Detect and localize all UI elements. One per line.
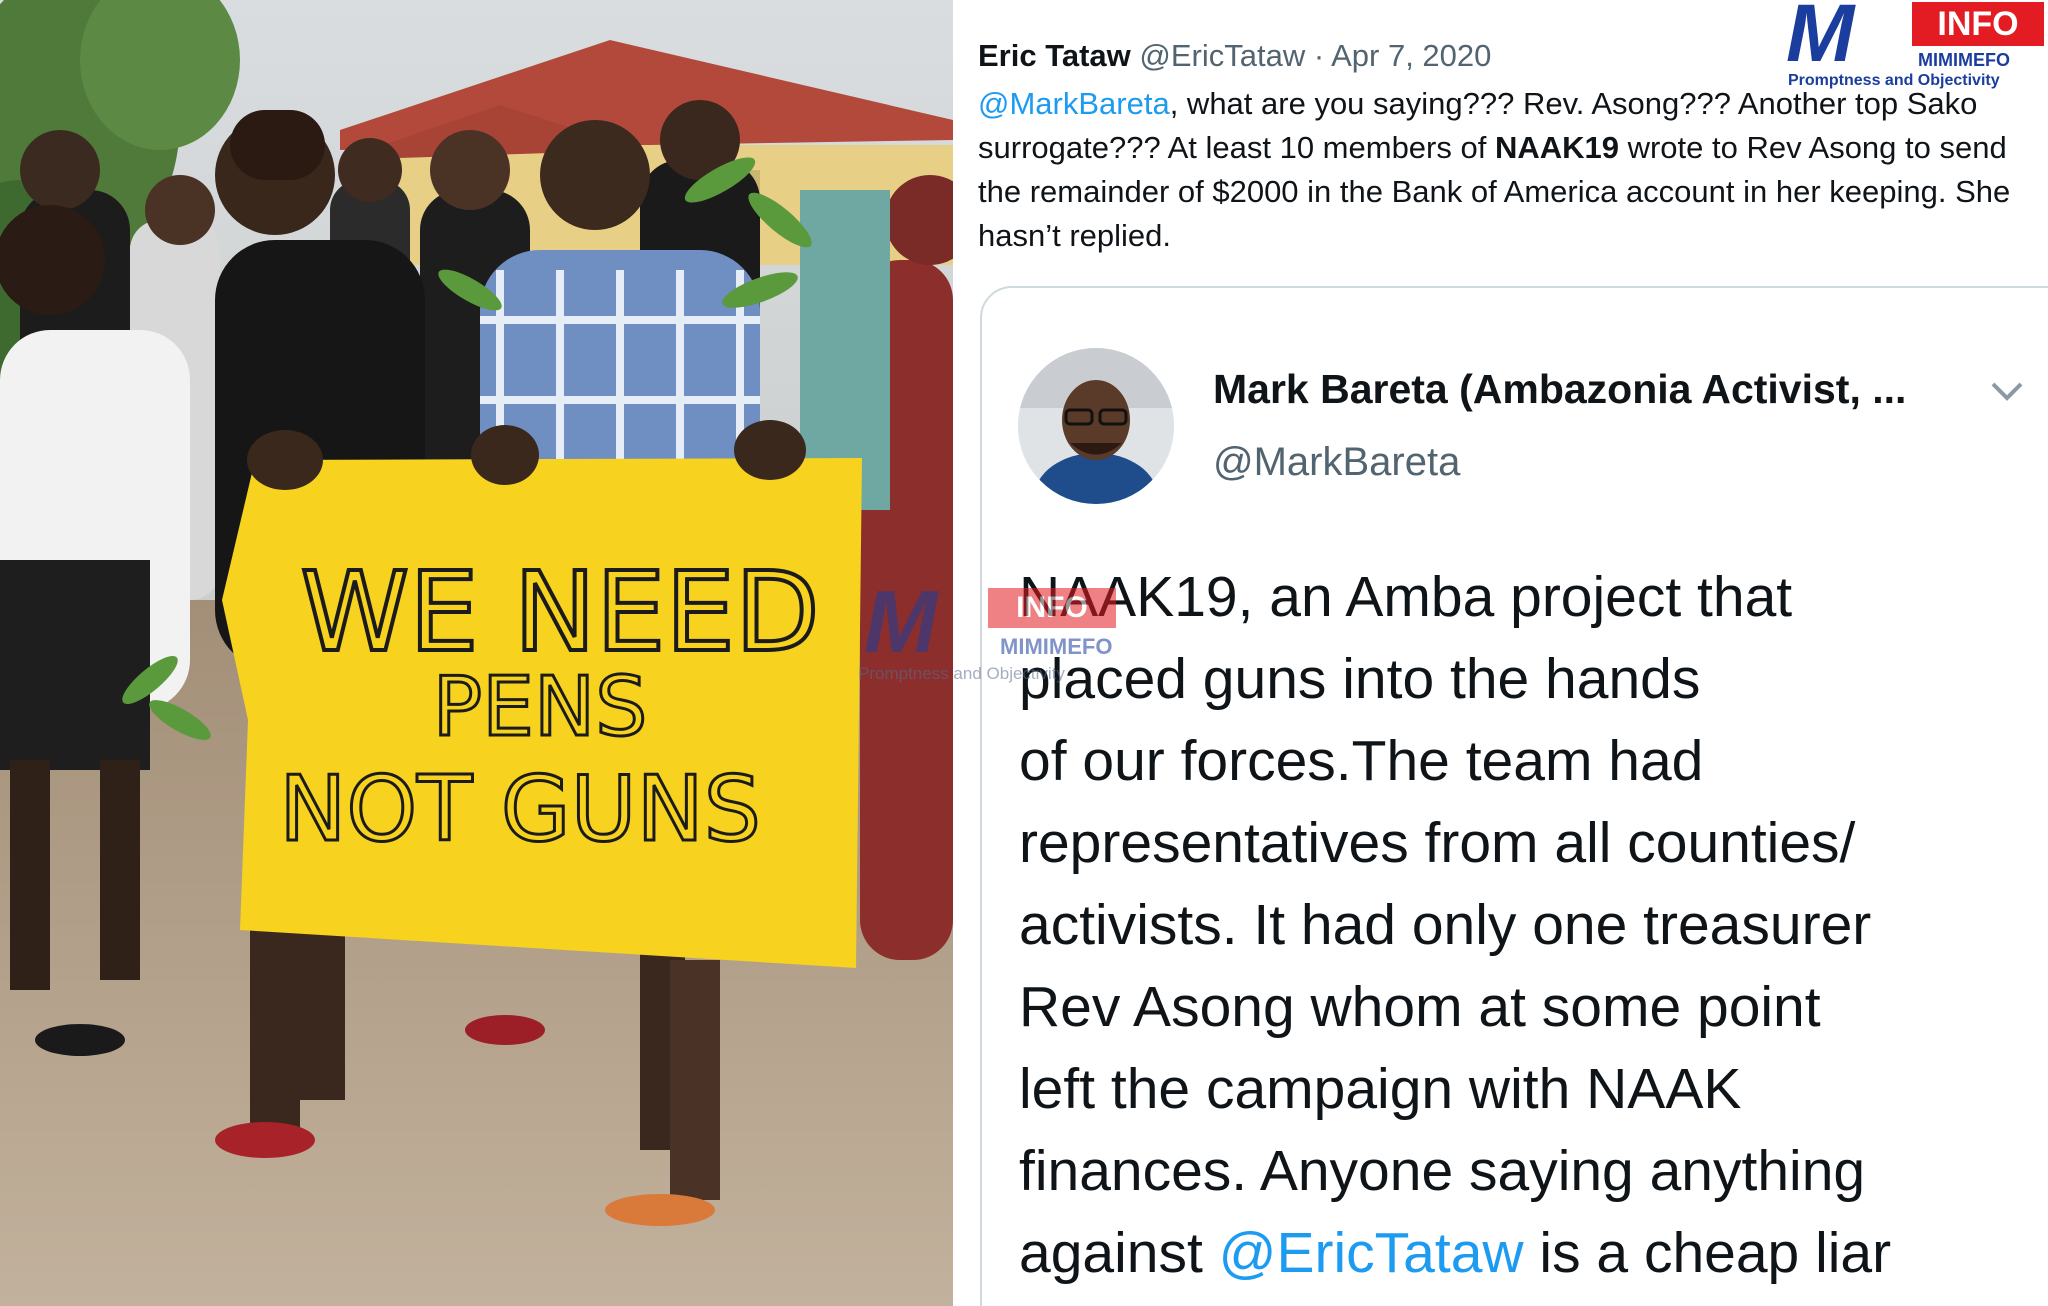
logo-info-badge: INFO [1912, 2, 2044, 46]
protest-photo: WE NEED PENS NOT GUNS [0, 0, 953, 1306]
quoted-mention[interactable]: @EricTataw [1219, 1221, 1524, 1285]
separator-dot: · [1313, 38, 1325, 73]
tweet-text: @MarkBareta, what are you saying??? Rev.… [978, 82, 2038, 258]
quoted-tweet-card[interactable]: Mark Bareta (Ambazonia Activist, ... @Ma… [980, 286, 2048, 1306]
quoted-author-handle[interactable]: @MarkBareta [1213, 440, 1460, 485]
quoted-last-line: against @EricTataw is a cheap liar [1019, 1212, 2039, 1294]
protest-scene: WE NEED PENS NOT GUNS [0, 0, 953, 1306]
quoted-line: NAAK19, an Amba project that [1019, 565, 1793, 629]
tweet-text-bold: NAAK19 [1494, 130, 1619, 165]
quoted-tweet-text: NAAK19, an Amba project that placed guns… [1019, 556, 2039, 1294]
last-line-suffix: is a cheap liar [1523, 1221, 1892, 1285]
watermark-m-mark: M [864, 572, 937, 671]
quoted-line: of our forces.The team had [1019, 729, 1704, 793]
tweet-author-handle[interactable]: @EricTataw [1139, 38, 1305, 73]
quoted-author-name[interactable]: Mark Bareta (Ambazonia Activist, ... [1213, 366, 1906, 413]
chevron-down-icon[interactable] [1987, 376, 2027, 406]
logo-brand-text: MIMIMEFO [1918, 50, 2010, 70]
quoted-line: activists. It had only one treasurer [1019, 893, 1872, 957]
mimimefo-logo: M INFO MIMIMEFO Promptness and Objectivi… [1786, 0, 2048, 92]
sign-line-3: NOT GUNS [279, 757, 761, 862]
watermark-info-badge: INFO [988, 588, 1116, 628]
quoted-line: Rev Asong whom at some point [1019, 975, 1821, 1039]
tweet-date[interactable]: Apr 7, 2020 [1331, 38, 1491, 73]
reply-mention[interactable]: @MarkBareta [978, 86, 1170, 121]
logo-tagline: Promptness and Objectivity [1788, 72, 2000, 89]
quoted-line: left the campaign with NAAK [1019, 1057, 1742, 1121]
quoted-line: representatives from all counties/ [1019, 811, 1856, 875]
last-line-prefix: against [1019, 1221, 1219, 1285]
sign-line-2: PENS [433, 660, 648, 755]
tweet-header: Eric Tataw @EricTataw · Apr 7, 2020 [978, 38, 1491, 74]
sign-line-1: WE NEED [300, 548, 819, 676]
quoted-line: placed guns into the hands [1019, 647, 1701, 711]
avatar[interactable] [1018, 348, 1174, 504]
avatar-image [1018, 348, 1174, 504]
quoted-line: finances. Anyone saying anything [1019, 1139, 1866, 1203]
logo-m-mark: M [1786, 0, 1854, 79]
tweet-author-name[interactable]: Eric Tataw [978, 38, 1131, 73]
watermark-tagline: Promptness and Objectivity [858, 664, 1065, 683]
watermark-brand-text: MIMIMEFO [1000, 634, 1113, 659]
center-watermark: M INFO MIMIMEFO Promptness and Objectivi… [858, 572, 1148, 692]
